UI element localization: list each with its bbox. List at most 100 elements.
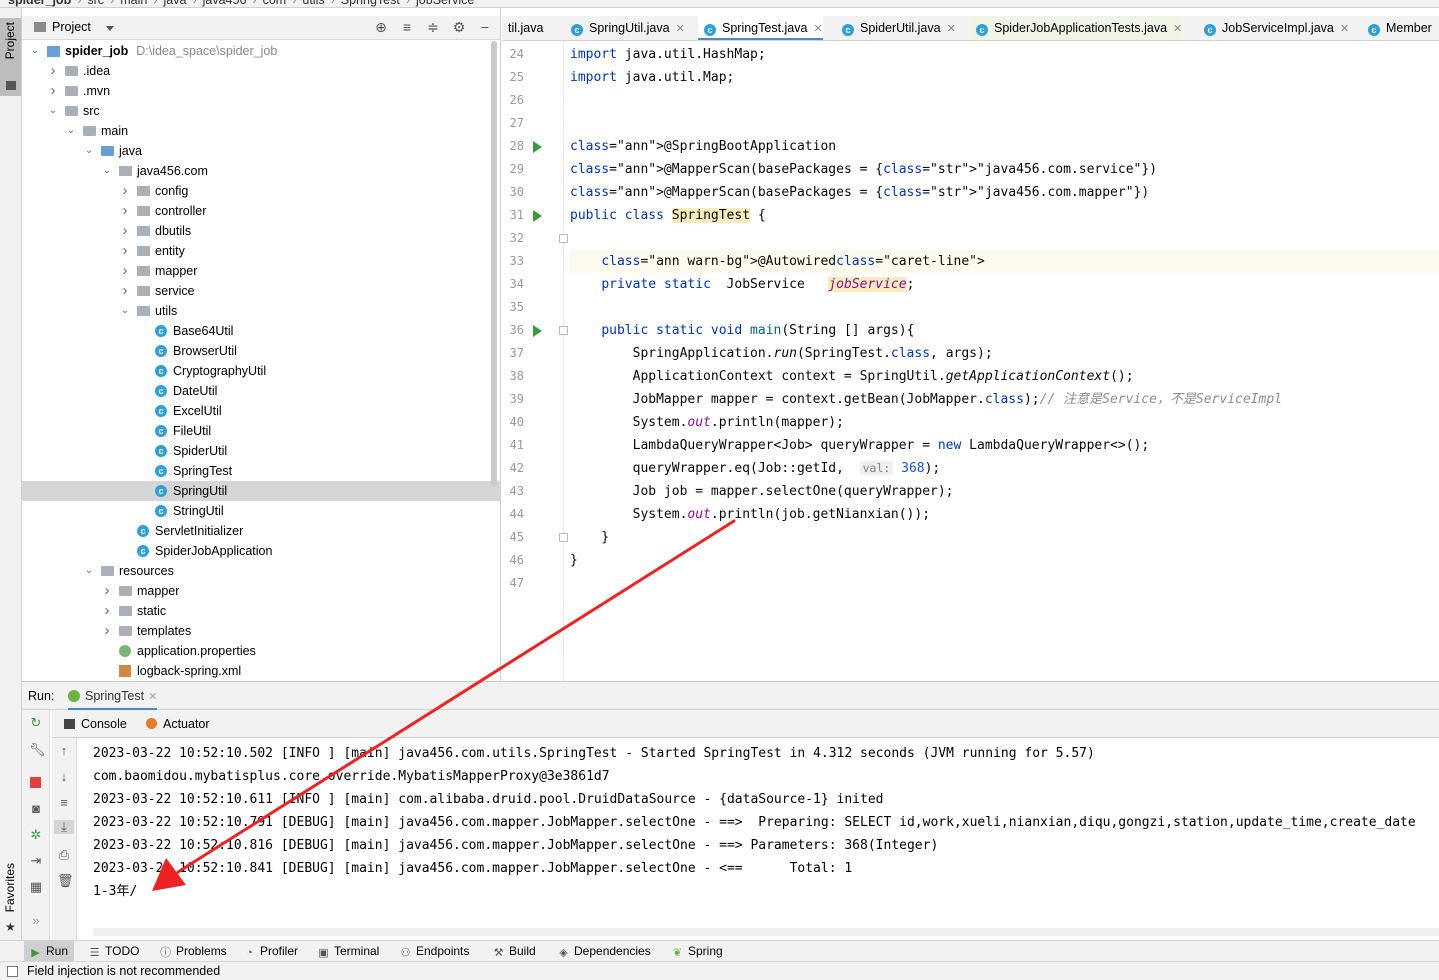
tree-item[interactable]: application.properties bbox=[22, 641, 500, 661]
tree-item[interactable]: c SpiderUtil bbox=[22, 441, 500, 461]
bottom-tab-problems[interactable]: ⓘ Problems bbox=[160, 941, 227, 962]
login-icon[interactable]: ⇥ bbox=[29, 854, 43, 868]
tree-item[interactable]: ⌄ spider_job D:\idea_space\spider_job bbox=[22, 41, 500, 61]
tree-item[interactable]: c CryptographyUtil bbox=[22, 361, 500, 381]
editor-tab[interactable]: c SpiderJobApplicationTests.java ✕ bbox=[970, 16, 1183, 40]
chevron-down-icon[interactable]: ⌄ bbox=[48, 101, 58, 121]
tree-item[interactable]: c ServletInitializer bbox=[22, 521, 500, 541]
editor-tab[interactable]: c Member bbox=[1362, 16, 1432, 40]
bottom-tab-spring[interactable]: ❦ Spring bbox=[672, 941, 723, 962]
tree-item[interactable]: ⌄ utils bbox=[22, 301, 500, 321]
tree-item[interactable]: c SpringUtil bbox=[22, 481, 500, 501]
bottom-tab-profiler[interactable]: ◔ Profiler bbox=[244, 941, 298, 962]
close-icon[interactable]: ✕ bbox=[676, 23, 685, 35]
tree-item[interactable]: › config bbox=[22, 181, 500, 201]
tree-item[interactable]: c SpringTest bbox=[22, 461, 500, 481]
breadcrumb-item[interactable]: utils bbox=[302, 0, 324, 7]
breadcrumb-item[interactable]: jobService bbox=[416, 0, 474, 7]
tree-item[interactable]: logback-spring.xml bbox=[22, 661, 500, 681]
bottom-tab-build[interactable]: ⚒ Build bbox=[493, 941, 536, 962]
tab-console[interactable]: Console bbox=[64, 710, 127, 738]
tab-actuator[interactable]: Actuator bbox=[146, 710, 210, 738]
chevron-right-icon[interactable]: › bbox=[102, 581, 112, 601]
chevron-down-icon[interactable]: ⌄ bbox=[102, 161, 112, 181]
chevron-right-icon[interactable]: › bbox=[120, 261, 130, 281]
editor-tab[interactable]: c JobServiceImpl.java ✕ bbox=[1198, 16, 1349, 40]
favorites-tool-button[interactable]: Favorites ★ bbox=[2, 863, 20, 938]
gear-icon[interactable]: ⚙ bbox=[451, 19, 467, 36]
tree-item[interactable]: c FileUtil bbox=[22, 421, 500, 441]
chevron-right-icon[interactable]: › bbox=[120, 181, 130, 201]
chevron-right-icon[interactable]: › bbox=[48, 81, 58, 101]
breadcrumb-item[interactable]: java456 bbox=[203, 0, 247, 7]
tree-item[interactable]: c SpiderJobApplication bbox=[22, 541, 500, 561]
camera-icon[interactable]: ◙ bbox=[29, 802, 43, 816]
tree-item[interactable]: c StringUtil bbox=[22, 501, 500, 521]
tree-item[interactable]: › mapper bbox=[22, 261, 500, 281]
run-gutter-icon[interactable] bbox=[533, 210, 542, 222]
tree-item[interactable]: › dbutils bbox=[22, 221, 500, 241]
tree-item[interactable]: ⌄ java bbox=[22, 141, 500, 161]
tree-item[interactable]: › controller bbox=[22, 201, 500, 221]
print-icon[interactable]: ⎙ bbox=[57, 848, 71, 862]
tree-item[interactable]: c ExcelUtil bbox=[22, 401, 500, 421]
bottom-tab-terminal[interactable]: ▣ Terminal bbox=[318, 941, 379, 962]
chevron-down-icon[interactable]: ⌄ bbox=[120, 301, 130, 321]
arrow-up-icon[interactable]: ↑ bbox=[57, 744, 71, 758]
tree-item[interactable]: › .idea bbox=[22, 61, 500, 81]
wrench-icon[interactable]: 🔧︎ bbox=[29, 743, 46, 757]
soft-wrap-icon[interactable]: ≡ bbox=[57, 796, 71, 810]
breadcrumb-item[interactable]: spider_job bbox=[8, 0, 71, 7]
chevron-down-icon[interactable]: ⌄ bbox=[30, 41, 40, 61]
editor-tab[interactable]: c SpringUtil.java ✕ bbox=[565, 16, 685, 40]
close-icon[interactable]: ✕ bbox=[148, 691, 157, 703]
editor-tab[interactable]: c SpiderUtil.java ✕ bbox=[836, 16, 956, 40]
run-gutter-icon[interactable] bbox=[533, 325, 542, 337]
breadcrumb-item[interactable]: src bbox=[87, 0, 104, 7]
console-horizontal-scrollbar[interactable] bbox=[93, 928, 1439, 936]
project-scrollbar[interactable] bbox=[491, 41, 497, 486]
editor-tab[interactable]: c SpringTest.java ✕ bbox=[698, 16, 823, 40]
tree-item[interactable]: c DateUtil bbox=[22, 381, 500, 401]
run-gutter-icon[interactable] bbox=[533, 141, 542, 153]
chevron-right-icon[interactable]: › bbox=[120, 201, 130, 221]
bottom-tab-run[interactable]: ▶ Run bbox=[24, 941, 75, 962]
fold-icon[interactable] bbox=[559, 234, 568, 243]
tree-item[interactable]: c Base64Util bbox=[22, 321, 500, 341]
chevron-down-icon[interactable]: ⌄ bbox=[84, 141, 94, 161]
fold-icon[interactable] bbox=[559, 326, 568, 335]
arrow-down-icon[interactable]: ↓ bbox=[57, 770, 71, 784]
debug-icon[interactable]: ✲ bbox=[29, 828, 43, 842]
breadcrumb-item[interactable]: main bbox=[120, 0, 147, 7]
project-view-selector[interactable]: Project bbox=[34, 20, 91, 34]
collapse-all-icon[interactable]: ≑ bbox=[425, 19, 441, 36]
trash-icon[interactable]: 🗑︎ bbox=[57, 874, 74, 888]
expand-all-icon[interactable]: ≡ bbox=[399, 19, 415, 36]
editor-tab[interactable]: til.java bbox=[502, 16, 543, 40]
tree-item[interactable]: ⌄ resources bbox=[22, 561, 500, 581]
tree-item[interactable]: ⌄ main bbox=[22, 121, 500, 141]
run-config-tab[interactable]: SpringTest ✕ bbox=[68, 687, 158, 710]
status-checkbox-icon[interactable] bbox=[7, 966, 18, 977]
fold-icon[interactable] bbox=[559, 533, 568, 542]
breadcrumb-item[interactable]: SpringTest bbox=[341, 0, 400, 7]
bottom-tab-dependencies[interactable]: ◈ Dependencies bbox=[558, 941, 650, 962]
close-icon[interactable]: ✕ bbox=[1340, 23, 1349, 35]
chevron-down-icon[interactable] bbox=[106, 26, 114, 31]
tree-item[interactable]: › static bbox=[22, 601, 500, 621]
chevron-down-icon[interactable]: ⌄ bbox=[66, 121, 76, 141]
chevron-right-icon[interactable]: › bbox=[120, 281, 130, 301]
tree-item[interactable]: c BrowserUtil bbox=[22, 341, 500, 361]
tree-item[interactable]: › mapper bbox=[22, 581, 500, 601]
tree-item[interactable]: › templates bbox=[22, 621, 500, 641]
chevron-right-icon[interactable]: › bbox=[102, 621, 112, 641]
project-tool-button[interactable]: Project bbox=[0, 18, 21, 96]
tree-item[interactable]: › entity bbox=[22, 241, 500, 261]
breadcrumb-item[interactable]: java bbox=[164, 0, 187, 7]
rerun-icon[interactable]: ↻ bbox=[29, 716, 43, 730]
minimize-icon[interactable]: − bbox=[477, 19, 493, 36]
locate-icon[interactable]: ⊕ bbox=[373, 19, 389, 36]
tree-item[interactable]: › service bbox=[22, 281, 500, 301]
more-icon[interactable]: » bbox=[29, 914, 43, 928]
bottom-tab-todo[interactable]: ☰ TODO bbox=[89, 941, 140, 962]
